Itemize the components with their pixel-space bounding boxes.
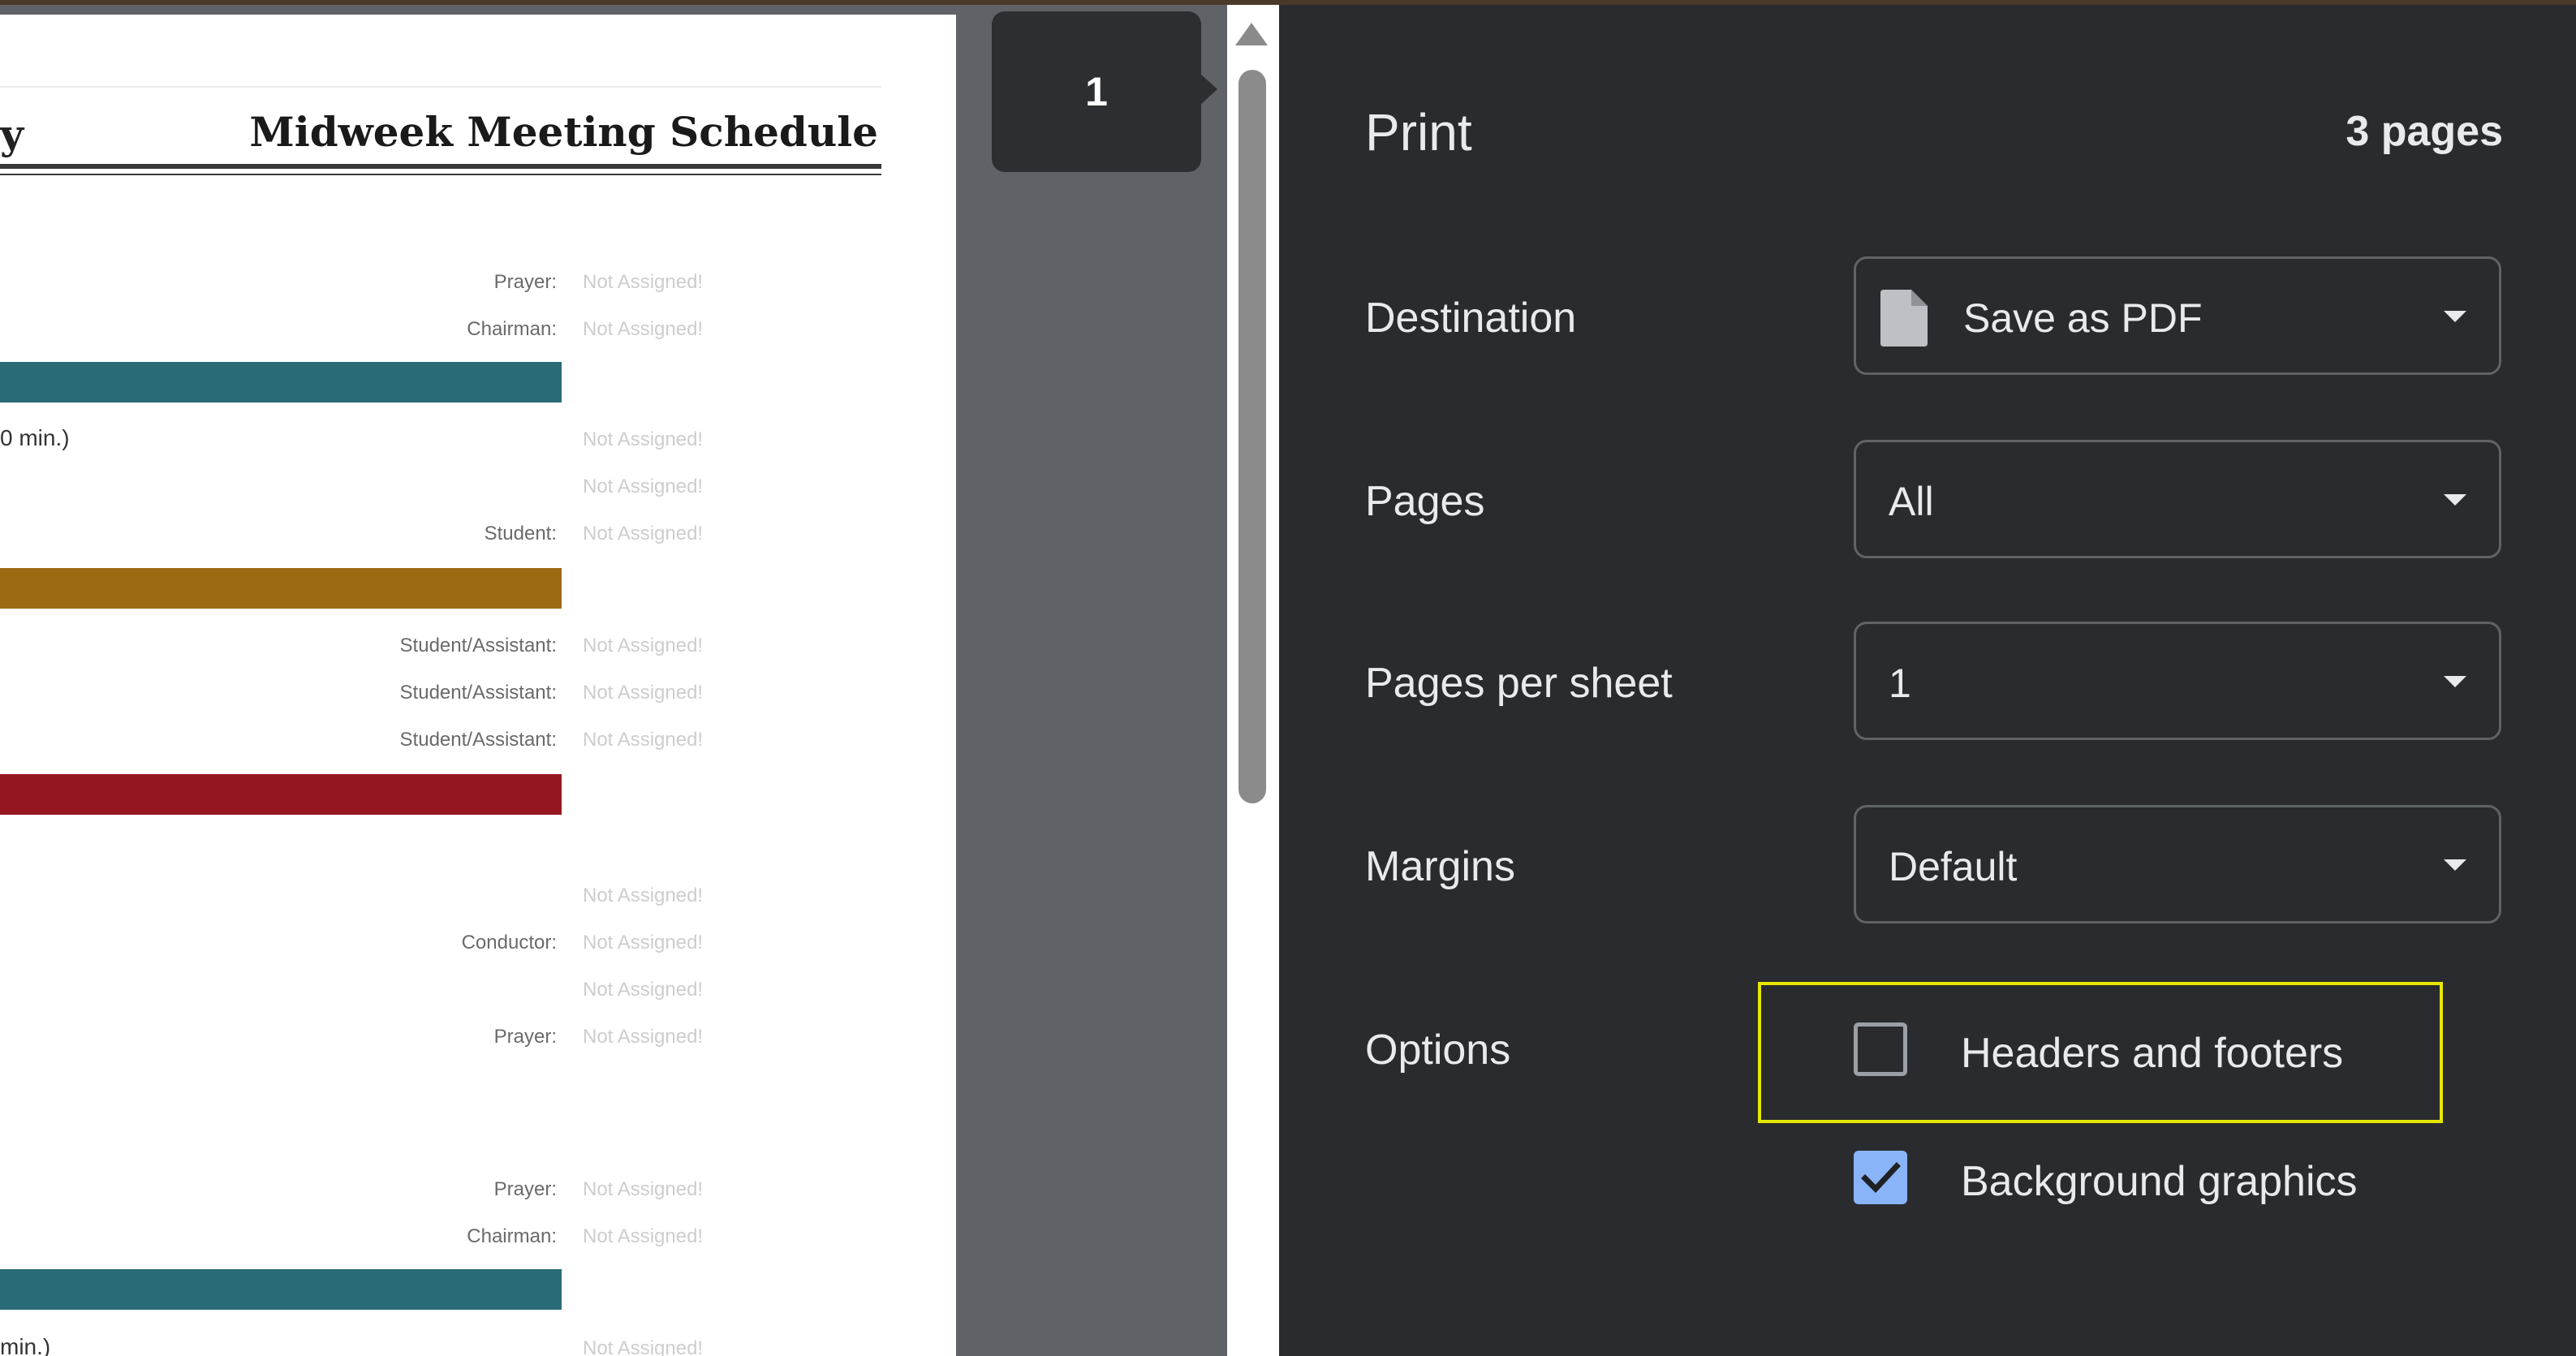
scrollbar-thumb[interactable]	[1238, 70, 1266, 803]
assignment-value: Not Assigned!	[583, 885, 704, 906]
page-count: 3 pages	[2346, 108, 2503, 155]
assignment-value: Not Assigned!	[583, 1225, 704, 1247]
pages-per-sheet-value: 1	[1889, 661, 1911, 706]
header-thin-rule	[0, 86, 881, 88]
margins-select[interactable]: Default	[1854, 805, 2501, 923]
headers-footers-label[interactable]: Headers and footers	[1961, 1029, 2343, 1078]
assignment-label: Student/Assistant:	[399, 729, 557, 751]
margins-label: Margins	[1365, 843, 1515, 890]
assignment-value: Not Assigned!	[583, 1178, 704, 1200]
options-label: Options	[1365, 1027, 1511, 1074]
assignment-label: Chairman:	[467, 318, 557, 340]
pages-per-sheet-select[interactable]: 1	[1854, 622, 2501, 740]
assignment-label: Prayer:	[493, 1026, 557, 1048]
headers-footers-checkbox[interactable]	[1854, 1022, 1907, 1076]
assignment-label: Prayer:	[493, 271, 557, 293]
checkmark-icon	[1861, 1162, 1901, 1194]
part-duration-text: 0 min.)	[0, 425, 70, 450]
document-icon	[1880, 290, 1928, 347]
pages-per-sheet-label: Pages per sheet	[1365, 660, 1673, 707]
assignment-value: Not Assigned!	[583, 476, 704, 497]
dropdown-arrow-icon	[2444, 494, 2466, 506]
assignment-value: Not Assigned!	[583, 428, 704, 450]
margins-value: Default	[1889, 844, 2018, 889]
print-preview-area[interactable]: y Midweek Meeting Schedule Prayer: Not A…	[0, 5, 1227, 1356]
page-heading-fragment: y	[0, 110, 24, 158]
assignment-value: Not Assigned!	[583, 932, 704, 954]
background-graphics-label[interactable]: Background graphics	[1961, 1157, 2358, 1206]
assignment-value: Not Assigned!	[583, 635, 704, 656]
destination-value: Save as PDF	[1963, 295, 2203, 341]
page-heading: Midweek Meeting Schedule	[249, 108, 878, 156]
preview-scrollbar[interactable]	[1227, 5, 1279, 1356]
thumbnail-pointer-icon	[1200, 73, 1217, 105]
part-duration-text: min.)	[0, 1334, 51, 1356]
assignment-value: Not Assigned!	[583, 1337, 704, 1356]
scroll-up-icon[interactable]	[1235, 23, 1268, 45]
background-graphics-checkbox[interactable]	[1854, 1151, 1907, 1204]
dropdown-arrow-icon	[2444, 859, 2466, 871]
dropdown-arrow-icon	[2444, 676, 2466, 687]
destination-select[interactable]: Save as PDF	[1854, 256, 2501, 375]
assignment-value: Not Assigned!	[583, 729, 704, 751]
assignment-value: Not Assigned!	[583, 318, 704, 340]
dropdown-arrow-icon	[2444, 311, 2466, 322]
assignment-label: Student/Assistant:	[399, 682, 557, 704]
section-band-teal	[0, 362, 562, 402]
assignment-label: Prayer:	[493, 1178, 557, 1200]
assignment-value: Not Assigned!	[583, 682, 704, 704]
print-settings-panel: Print 3 pages Destination Save as PDF Pa…	[1279, 5, 2576, 1356]
section-band-red	[0, 774, 562, 815]
heading-rule-thin	[0, 174, 881, 175]
pages-value: All	[1889, 479, 1934, 524]
assignment-label: Student/Assistant:	[399, 635, 557, 656]
assignment-label: Chairman:	[467, 1225, 557, 1247]
print-title: Print	[1365, 103, 1472, 161]
section-band-gold	[0, 568, 562, 609]
assignment-value: Not Assigned!	[583, 979, 704, 1001]
assignment-value: Not Assigned!	[583, 523, 704, 545]
page-thumbnail[interactable]: 1	[992, 11, 1201, 172]
destination-label: Destination	[1365, 295, 1577, 342]
assignment-value: Not Assigned!	[583, 1026, 704, 1048]
pages-select[interactable]: All	[1854, 440, 2501, 558]
assignment-label: Conductor:	[461, 932, 557, 954]
pages-label: Pages	[1365, 478, 1485, 525]
heading-rule-thick	[0, 164, 881, 169]
section-band-teal	[0, 1269, 562, 1310]
assignment-value: Not Assigned!	[583, 271, 704, 293]
preview-page: y Midweek Meeting Schedule Prayer: Not A…	[0, 15, 956, 1356]
page-number: 1	[1085, 69, 1108, 114]
assignment-label: Student:	[484, 523, 557, 545]
